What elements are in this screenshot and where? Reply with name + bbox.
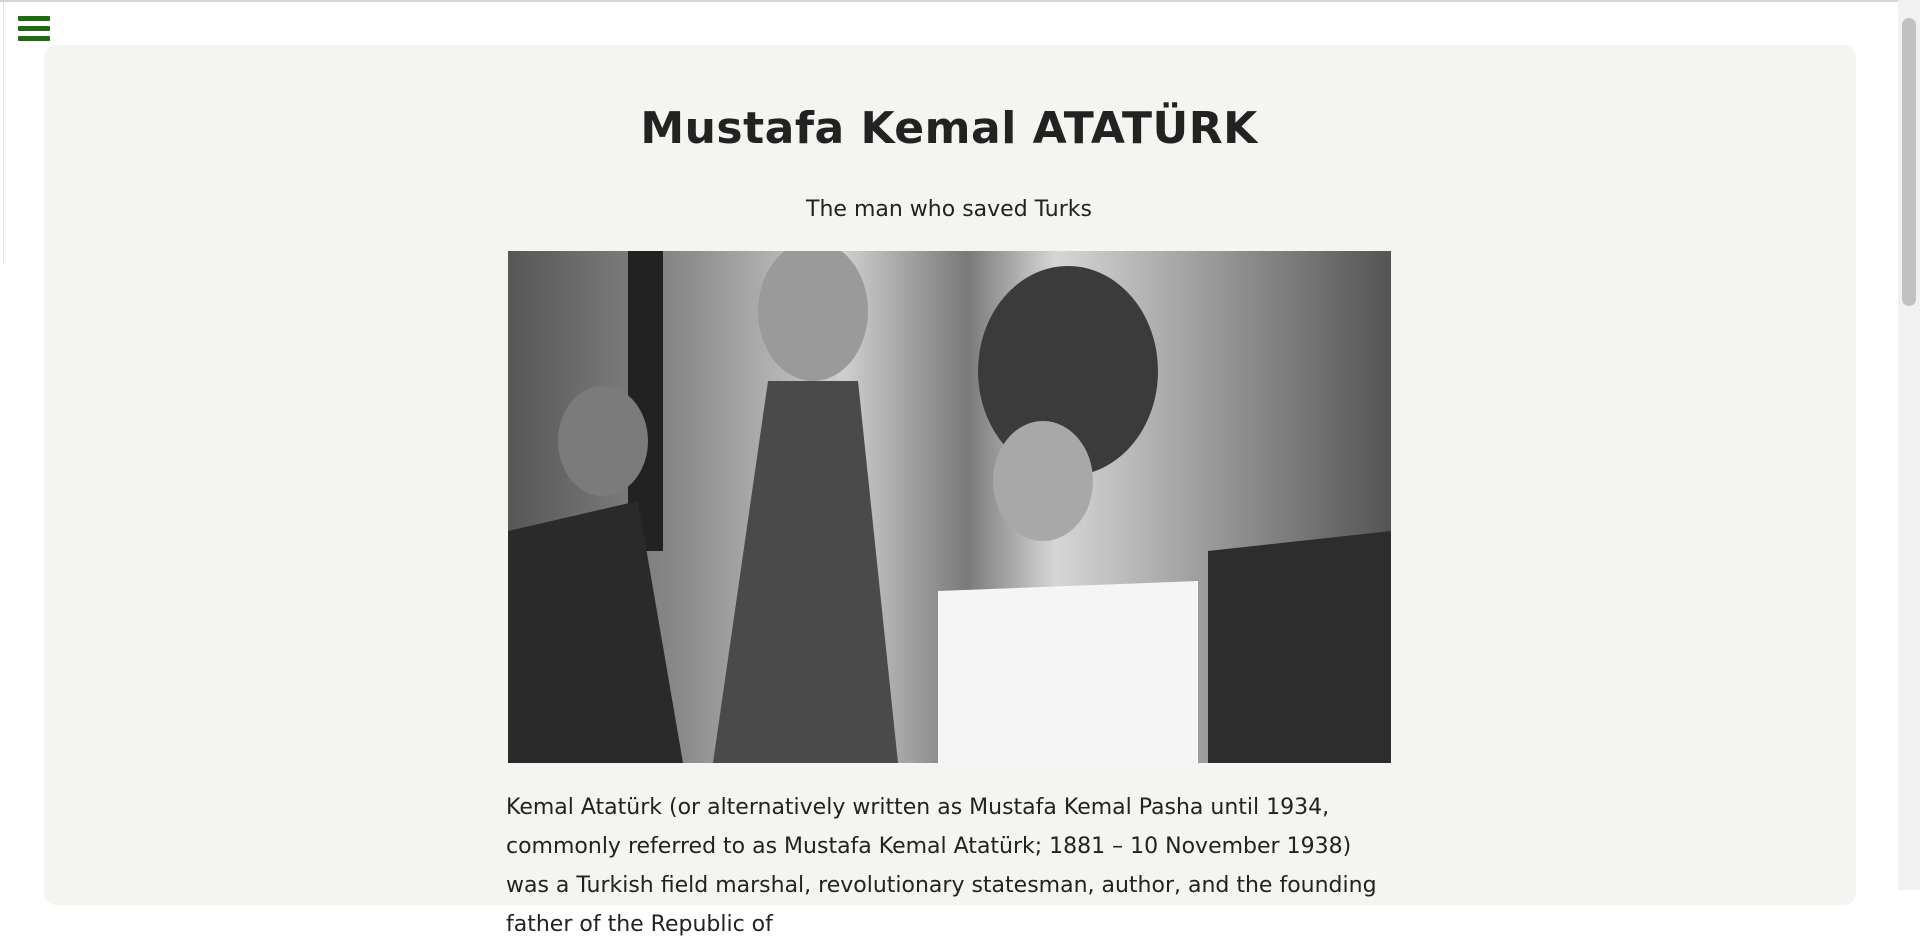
vertical-scrollbar[interactable] — [1898, 0, 1920, 890]
menu-bar-middle — [18, 26, 50, 31]
menu-bar-top — [18, 16, 50, 21]
hamburger-menu-icon[interactable] — [18, 16, 52, 46]
intro-paragraph: Kemal Atatürk (or alternatively written … — [506, 795, 1377, 937]
top-border — [0, 0, 1898, 2]
tribute-image — [508, 251, 1391, 763]
page-subtitle: The man who saved Turks — [806, 197, 1092, 222]
page-title: Mustafa Kemal ATATÜRK — [640, 103, 1258, 154]
scrollbar-thumb[interactable] — [1902, 18, 1916, 306]
photo-illustration — [508, 251, 1391, 763]
menu-bar-bottom — [18, 36, 50, 41]
